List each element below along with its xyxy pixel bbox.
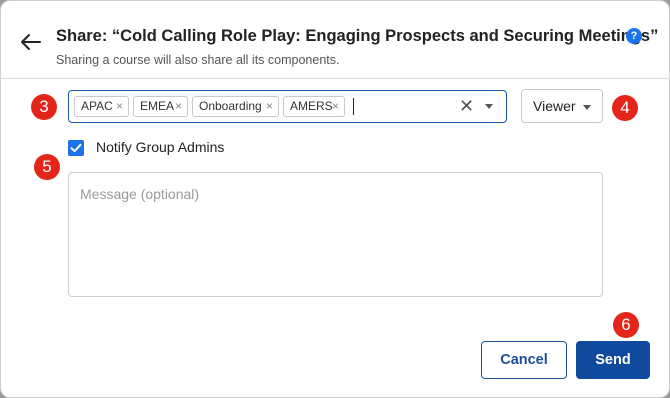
- recipient-tag-label: EMEA: [140, 99, 175, 113]
- step-marker-4: 4: [612, 95, 638, 121]
- question-icon[interactable]: ?: [626, 28, 642, 44]
- role-select[interactable]: Viewer: [521, 89, 603, 123]
- text-cursor: [353, 98, 354, 115]
- back-arrow-icon[interactable]: [19, 31, 43, 53]
- header-divider: [1, 78, 670, 79]
- cancel-button[interactable]: Cancel: [481, 341, 567, 379]
- dialog-subtitle: Sharing a course will also share all its…: [56, 53, 340, 67]
- notify-label[interactable]: Notify Group Admins: [96, 139, 224, 155]
- step-marker-6: 6: [613, 312, 639, 338]
- remove-tag-icon[interactable]: ×: [116, 97, 123, 116]
- recipients-input[interactable]: APAC × EMEA × Onboarding × AMERS × ✕: [68, 90, 507, 123]
- checkmark-icon: [70, 143, 82, 153]
- step-marker-5: 5: [34, 154, 60, 180]
- recipient-tag-label: AMERS: [290, 99, 333, 113]
- share-dialog: Share: “Cold Calling Role Play: Engaging…: [0, 0, 670, 398]
- remove-tag-icon[interactable]: ×: [175, 97, 182, 116]
- step-marker-3: 3: [31, 94, 57, 120]
- notify-checkbox[interactable]: [68, 140, 84, 156]
- recipient-tag: EMEA ×: [133, 96, 188, 117]
- recipient-tag: APAC ×: [74, 96, 129, 117]
- remove-tag-icon[interactable]: ×: [332, 97, 339, 116]
- recipient-tag-label: APAC: [81, 99, 113, 113]
- role-select-value: Viewer: [533, 98, 576, 114]
- send-button[interactable]: Send: [576, 341, 650, 379]
- recipient-tag: Onboarding ×: [192, 96, 279, 117]
- recipient-tag-label: Onboarding: [199, 99, 262, 113]
- message-field[interactable]: [68, 172, 603, 297]
- clear-icon[interactable]: ✕: [459, 96, 474, 116]
- recipient-tag: AMERS ×: [283, 96, 345, 117]
- remove-tag-icon[interactable]: ×: [266, 97, 273, 116]
- chevron-down-icon[interactable]: [485, 104, 493, 109]
- chevron-down-icon: [583, 105, 591, 110]
- dialog-title: Share: “Cold Calling Role Play: Engaging…: [56, 27, 659, 45]
